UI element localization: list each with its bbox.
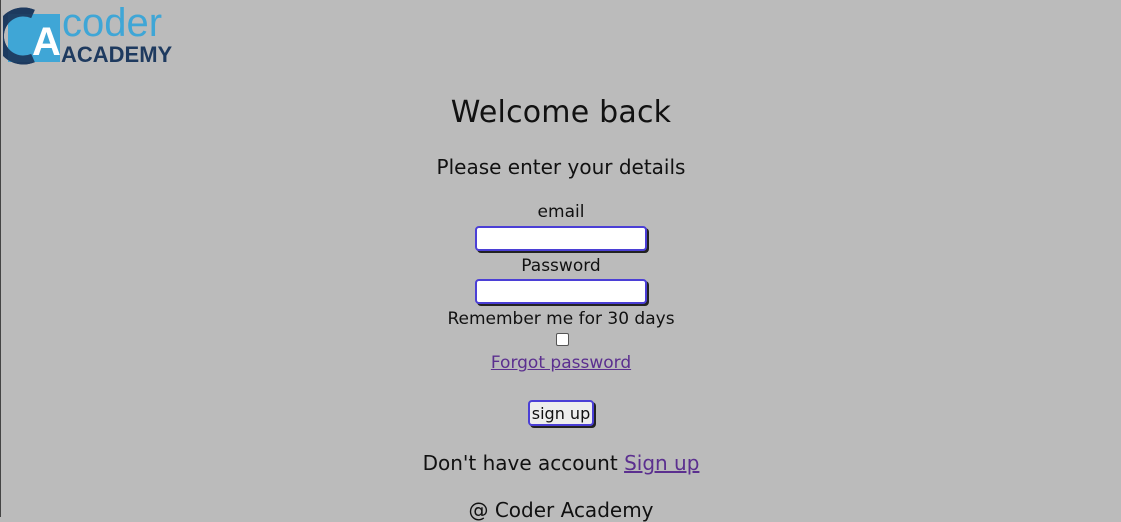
logo-letter: A	[32, 20, 61, 64]
no-account-row: Don't have account Sign up	[1, 451, 1121, 475]
page-subtitle: Please enter your details	[436, 155, 686, 179]
password-field[interactable]	[475, 279, 647, 304]
logo-word-coder: coder	[62, 1, 162, 45]
remember-me-checkbox[interactable]	[556, 333, 569, 346]
sign-up-link[interactable]: Sign up	[624, 451, 699, 475]
logo-word-academy: ACADEMY	[61, 42, 173, 66]
remember-me-label: Remember me for 30 days	[447, 309, 675, 329]
sign-up-button[interactable]: sign up	[528, 400, 594, 426]
forgot-password-link[interactable]: Forgot password	[491, 353, 631, 373]
forgot-password-row: Forgot password	[1, 353, 1121, 373]
password-label: Password	[521, 256, 601, 276]
no-account-text: Don't have account	[422, 451, 618, 475]
footer-copyright: @ Coder Academy	[468, 498, 654, 522]
email-label: email	[537, 202, 585, 222]
email-field[interactable]	[475, 226, 647, 251]
page-title: Welcome back	[450, 95, 672, 130]
coder-academy-logo: A coder ACADEMY	[3, 0, 203, 66]
